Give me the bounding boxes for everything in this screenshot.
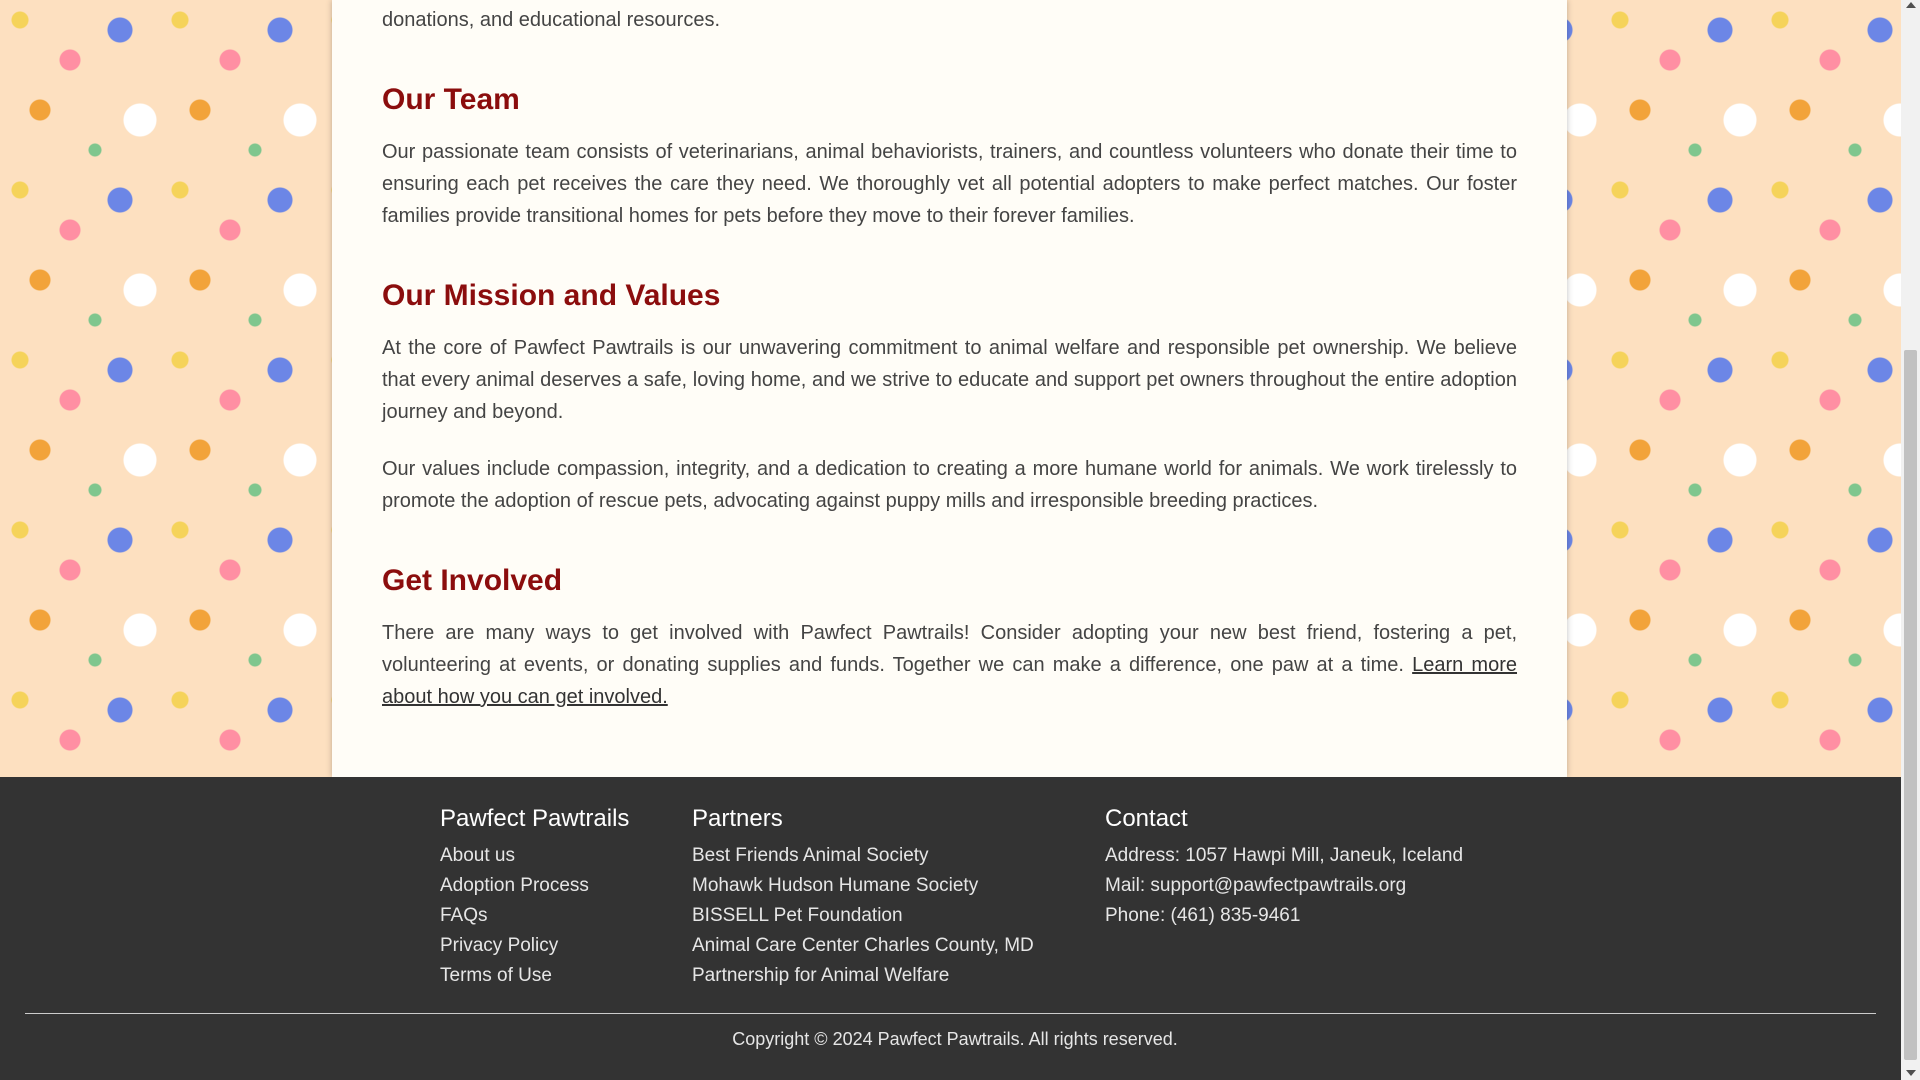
footer-contact-title: Contact (1105, 805, 1188, 832)
contact-phone[interactable]: Phone: (461) 835-9461 (1105, 901, 1463, 931)
section-heading-get-involved: Get Involved (382, 564, 563, 597)
lead-paragraph: donations, and educational resources. (382, 9, 721, 31)
section-heading-mission-values: Our Mission and Values (382, 279, 721, 312)
get-involved-text: There are many ways to get involved with… (382, 622, 1517, 676)
section-heading-our-team: Our Team (382, 83, 520, 116)
footer-link-adoption-process[interactable]: Adoption Process (440, 875, 589, 896)
mission-paragraph-2: Our values include compassion, integrity… (382, 458, 1517, 512)
footer-brand-title: Pawfect Pawtrails (440, 805, 630, 832)
partner-link-partnership-animal-welfare[interactable]: Partnership for Animal Welfare (692, 965, 949, 986)
content-inner: donations, and educational resources. Ou… (382, 0, 1517, 713)
contact-address: Address: 1057 Hawpi Mill, Janeuk, Icelan… (1105, 845, 1464, 866)
footer-link-privacy-policy[interactable]: Privacy Policy (440, 935, 558, 956)
footer-copyright: Copyright © 2024 Pawfect Pawtrails. All … (732, 1029, 1178, 1049)
vertical-scrollbar[interactable] (1901, 0, 1920, 1080)
footer-link-terms-of-use[interactable]: Terms of Use (440, 965, 552, 986)
scroll-down-arrow-icon[interactable] (1906, 1070, 1916, 1076)
scroll-up-arrow-icon[interactable] (1906, 2, 1916, 8)
mission-paragraph-1: At the core of Pawfect Pawtrails is our … (382, 337, 1517, 423)
footer-contact-column: Contact Address: 1057 Hawpi Mill, Janeuk… (1105, 805, 1463, 931)
partner-link-best-friends[interactable]: Best Friends Animal Society (692, 845, 929, 866)
our-team-paragraph: Our passionate team consists of veterina… (382, 141, 1517, 227)
scroll-thumb[interactable] (1904, 350, 1917, 1060)
footer-partners-title: Partners (692, 805, 783, 832)
main-content: donations, and educational resources. Ou… (332, 0, 1567, 777)
footer-link-faqs[interactable]: FAQs (440, 905, 488, 926)
partner-link-bissell[interactable]: BISSELL Pet Foundation (692, 905, 903, 926)
get-involved-paragraph: There are many ways to get involved with… (382, 617, 1517, 713)
footer-link-about[interactable]: About us (440, 845, 515, 866)
contact-mail[interactable]: Mail: support@pawfectpawtrails.org (1105, 871, 1463, 901)
site-footer: Pawfect Pawtrails About us Adoption Proc… (0, 777, 1901, 1080)
footer-partners-column: Partners Best Friends Animal Society Moh… (692, 805, 1034, 991)
partner-link-animal-care-center[interactable]: Animal Care Center Charles County, MD (692, 935, 1034, 956)
footer-divider (25, 1013, 1876, 1014)
partner-link-mohawk-hudson[interactable]: Mohawk Hudson Humane Society (692, 875, 978, 896)
footer-brand-column: Pawfect Pawtrails About us Adoption Proc… (440, 805, 629, 991)
